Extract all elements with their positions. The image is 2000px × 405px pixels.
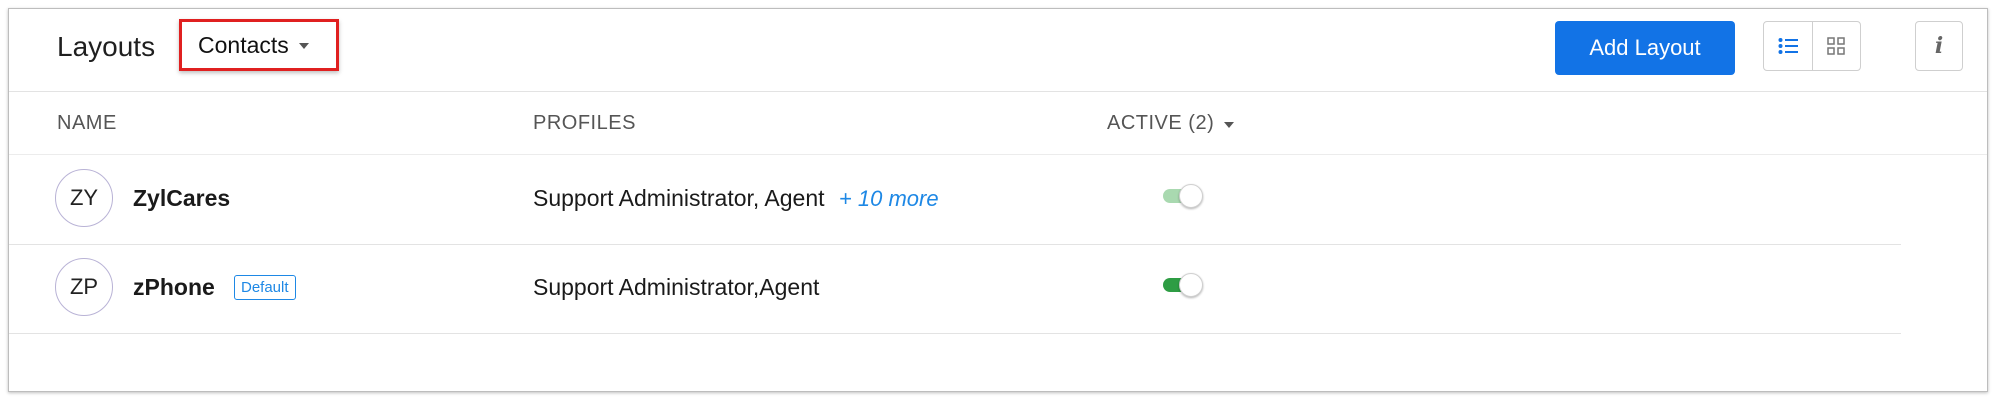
layout-name[interactable]: ZylCares xyxy=(133,185,230,212)
column-header-active[interactable]: ACTIVE (2) xyxy=(1107,112,1235,135)
active-toggle[interactable] xyxy=(1163,273,1203,297)
avatar: ZY xyxy=(55,169,113,227)
table-row[interactable]: ZY ZylCares Support Administrator, Agent… xyxy=(9,155,1901,245)
column-header-profiles: PROFILES xyxy=(533,112,636,134)
profiles-cell: Support Administrator,Agent xyxy=(533,274,819,301)
add-layout-button[interactable]: Add Layout xyxy=(1555,21,1735,75)
profiles-cell: Support Administrator, Agent + 10 more xyxy=(533,185,939,212)
view-toggle xyxy=(1763,21,1861,71)
toggle-knob xyxy=(1179,273,1203,297)
chevron-down-icon xyxy=(298,43,309,49)
table-row[interactable]: ZP zPhone Default Support Administrator,… xyxy=(9,244,1901,334)
profiles-text: Support Administrator, Agent xyxy=(533,185,825,211)
column-header-name: NAME xyxy=(57,112,117,134)
module-dropdown-label: Contacts xyxy=(198,31,289,58)
layouts-panel: Layouts Contacts Add Layout i NAME PROFI… xyxy=(8,8,1988,392)
info-button[interactable]: i xyxy=(1915,21,1963,71)
layout-name[interactable]: zPhone xyxy=(133,274,215,301)
active-toggle[interactable] xyxy=(1163,184,1203,208)
avatar: ZP xyxy=(55,258,113,316)
grid-view-icon xyxy=(1827,37,1845,55)
grid-view-button[interactable] xyxy=(1811,22,1861,70)
module-dropdown[interactable]: Contacts xyxy=(179,19,339,71)
default-badge: Default xyxy=(234,275,296,300)
toggle-knob xyxy=(1179,184,1203,208)
info-icon: i xyxy=(1934,33,1944,59)
column-header-active-label: ACTIVE (2) xyxy=(1107,112,1215,134)
chevron-down-icon xyxy=(1224,121,1235,128)
more-profiles-link[interactable]: + 10 more xyxy=(839,186,939,211)
header-bar: Layouts Contacts Add Layout i xyxy=(9,9,1987,92)
list-view-icon xyxy=(1778,38,1798,54)
profiles-text: Support Administrator,Agent xyxy=(533,274,820,300)
page-title: Layouts xyxy=(57,31,156,62)
list-view-button[interactable] xyxy=(1764,22,1812,70)
